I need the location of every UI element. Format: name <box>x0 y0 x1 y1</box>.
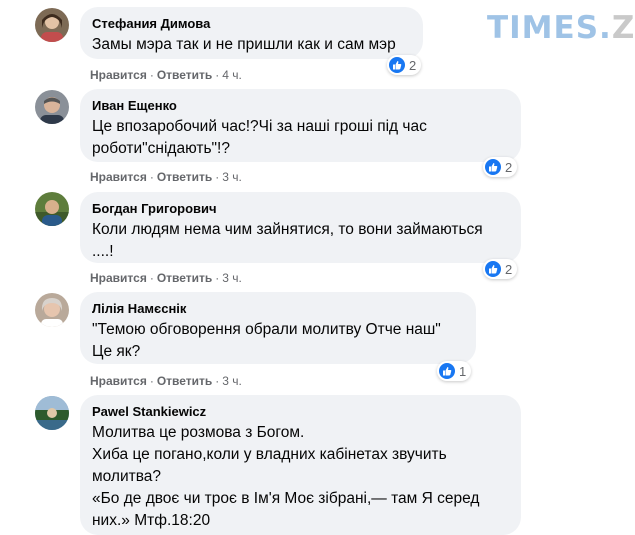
comment-text: Молитва це розмова з Богом. Хиба це поган… <box>92 424 480 529</box>
avatar[interactable] <box>35 90 69 124</box>
like-icon <box>389 57 405 73</box>
reaction-count-badge[interactable]: 2 <box>483 259 518 279</box>
reaction-count: 2 <box>409 57 417 73</box>
comment-text: Коли людям нема чим зайнятися, то вони з… <box>92 221 483 260</box>
comment-actions: Нравится · Ответить · 3 ч. <box>90 271 242 285</box>
reaction-count: 1 <box>459 363 467 379</box>
comment-author[interactable]: Лілія Намєснік <box>92 301 464 317</box>
comment-timestamp[interactable]: 3 ч. <box>222 374 242 388</box>
comment-timestamp[interactable]: 4 ч. <box>222 68 242 82</box>
comment-author[interactable]: Стефания Димова <box>92 16 411 32</box>
like-link[interactable]: Нравится <box>90 271 147 285</box>
like-link[interactable]: Нравится <box>90 170 147 184</box>
reply-link[interactable]: Ответить <box>157 170 212 184</box>
comment-actions: Нравится · Ответить · 3 ч. <box>90 170 242 184</box>
reaction-count-badge[interactable]: 2 <box>483 157 518 177</box>
comment-bubble: Иван Ещенко Це впозаробочий час!?Чі за н… <box>80 89 521 162</box>
comment-bubble: Pawel Stankiewicz Молитва це розмова з Б… <box>80 395 521 535</box>
avatar[interactable] <box>35 192 69 226</box>
reaction-count: 2 <box>505 159 513 175</box>
comment-actions: Нравится · Ответить · 4 ч. <box>90 68 242 82</box>
comment-timestamp[interactable]: 3 ч. <box>222 170 242 184</box>
reaction-count: 2 <box>505 261 513 277</box>
comment-bubble: Лілія Намєснік "Темою обговорення обрали… <box>80 292 476 364</box>
comment-bubble: Богдан Григорович Коли людям нема чим за… <box>80 192 521 263</box>
like-icon <box>439 363 455 379</box>
like-link[interactable]: Нравится <box>90 68 147 82</box>
avatar[interactable] <box>35 396 69 430</box>
reply-link[interactable]: Ответить <box>157 68 212 82</box>
reaction-count-badge[interactable]: 2 <box>387 55 422 75</box>
times-zt-watermark: TIMES.ZT <box>487 10 635 46</box>
comment-author[interactable]: Иван Ещенко <box>92 98 509 114</box>
comment-author[interactable]: Pawel Stankiewicz <box>92 404 509 420</box>
reply-link[interactable]: Ответить <box>157 271 212 285</box>
comment-text: Це впозаробочий час!?Чі за наші гроші пі… <box>92 118 427 157</box>
comment-timestamp[interactable]: 3 ч. <box>222 271 242 285</box>
reply-link[interactable]: Ответить <box>157 374 212 388</box>
comment-actions: Нравится · Ответить · 3 ч. <box>90 374 242 388</box>
like-icon <box>485 261 501 277</box>
avatar[interactable] <box>35 293 69 327</box>
comment-text: Замы мэра так и не пришли как и сам мэр <box>92 36 396 53</box>
like-link[interactable]: Нравится <box>90 374 147 388</box>
comment-author[interactable]: Богдан Григорович <box>92 201 509 217</box>
comment-text: "Темою обговорення обрали молитву Отче н… <box>92 321 441 360</box>
avatar[interactable] <box>35 8 69 42</box>
reaction-count-badge[interactable]: 1 <box>437 361 472 381</box>
like-icon <box>485 159 501 175</box>
comment-bubble: Стефания Димова Замы мэра так и не пришл… <box>80 7 423 59</box>
